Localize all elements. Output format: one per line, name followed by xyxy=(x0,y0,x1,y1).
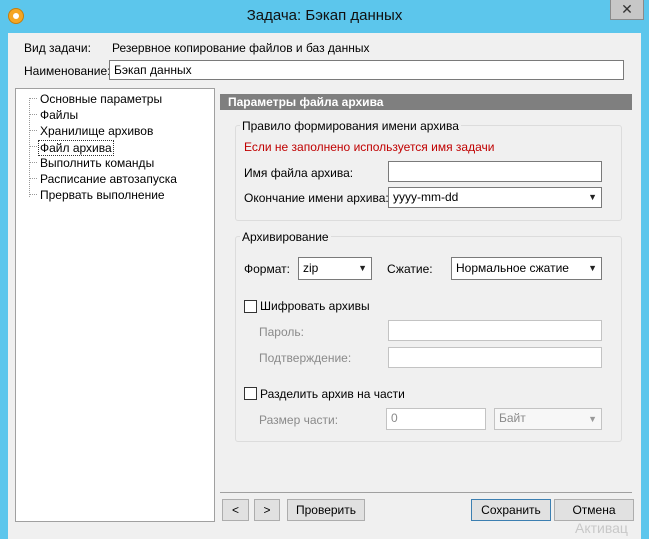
archive-filename-input[interactable] xyxy=(388,161,602,182)
chevron-down-icon: ▼ xyxy=(588,192,597,202)
cancel-button[interactable]: Отмена xyxy=(554,499,634,521)
next-button[interactable]: > xyxy=(254,499,280,521)
encrypt-checkbox[interactable] xyxy=(244,300,257,313)
tree-tick xyxy=(30,98,37,99)
tree-item-run-commands[interactable]: Выполнить команды xyxy=(38,156,156,170)
format-label: Формат: xyxy=(244,262,290,276)
chevron-down-icon: ▼ xyxy=(588,263,597,273)
tree-item-archive-file[interactable]: Файл архива xyxy=(38,140,114,156)
archive-filename-label: Имя файла архива: xyxy=(244,166,354,180)
chevron-down-icon: ▼ xyxy=(588,414,597,424)
name-suffix-select[interactable]: yyyy-mm-dd ▼ xyxy=(388,187,602,208)
task-type-label: Вид задачи: xyxy=(24,41,91,55)
tree-tick xyxy=(30,178,37,179)
confirm-password-label: Подтверждение: xyxy=(259,351,352,365)
part-size-input[interactable]: 0 xyxy=(386,408,486,430)
title-bar: Задача: Бэкап данных ✕ xyxy=(0,0,649,33)
panel-header: Параметры файла архива xyxy=(220,94,632,110)
task-name-label: Наименование: xyxy=(24,64,111,78)
split-archive-label[interactable]: Разделить архив на части xyxy=(260,387,405,401)
format-select[interactable]: zip ▼ xyxy=(298,257,372,280)
password-label: Пароль: xyxy=(259,325,304,339)
prev-button[interactable]: < xyxy=(222,499,249,521)
compression-value: Нормальное сжатие xyxy=(456,261,569,275)
archiving-title: Архивирование xyxy=(240,230,331,244)
save-button[interactable]: Сохранить xyxy=(471,499,551,521)
confirm-password-input[interactable] xyxy=(388,347,602,368)
part-size-unit-value: Байт xyxy=(499,411,526,425)
settings-tree: Основные параметры Файлы Хранилище архив… xyxy=(15,88,215,522)
name-suffix-label: Окончание имени архива: xyxy=(244,191,389,205)
chevron-down-icon: ▼ xyxy=(358,263,367,273)
window-title: Задача: Бэкап данных xyxy=(246,7,403,24)
part-size-unit-select[interactable]: Байт ▼ xyxy=(494,408,602,430)
tree-item-abort-execution[interactable]: Прервать выполнение xyxy=(38,188,167,202)
format-value: zip xyxy=(303,261,319,275)
tree-tick xyxy=(30,194,37,195)
compression-label: Сжатие: xyxy=(387,262,433,276)
tree-item-autorun-schedule[interactable]: Расписание автозапуска xyxy=(38,172,179,186)
compression-select[interactable]: Нормальное сжатие ▼ xyxy=(451,257,602,280)
tree-tick xyxy=(30,162,37,163)
name-suffix-value: yyyy-mm-dd xyxy=(393,190,459,204)
task-type-value: Резервное копирование файлов и баз данны… xyxy=(112,41,370,55)
activation-watermark: Активац xyxy=(575,520,628,536)
tree-item-main-params[interactable]: Основные параметры xyxy=(38,92,164,106)
tree-item-files[interactable]: Файлы xyxy=(38,108,80,122)
footer-divider xyxy=(220,492,632,493)
password-input[interactable] xyxy=(388,320,602,341)
tree-tick xyxy=(30,114,37,115)
tree-tick xyxy=(30,146,37,147)
naming-rule-title: Правило формирования имени архива xyxy=(240,119,461,133)
split-archive-checkbox[interactable] xyxy=(244,387,257,400)
dialog-body: Вид задачи: Резервное копирование файлов… xyxy=(8,33,641,539)
part-size-label: Размер части: xyxy=(259,413,339,427)
tree-connector xyxy=(29,98,30,197)
check-button[interactable]: Проверить xyxy=(287,499,365,521)
naming-hint: Если не заполнено используется имя задач… xyxy=(244,140,495,154)
encrypt-label[interactable]: Шифровать архивы xyxy=(260,299,370,313)
tree-item-archive-storage[interactable]: Хранилище архивов xyxy=(38,124,155,138)
close-button[interactable]: ✕ xyxy=(610,0,644,20)
task-name-input[interactable]: Бэкап данных xyxy=(109,60,624,80)
tree-tick xyxy=(30,130,37,131)
